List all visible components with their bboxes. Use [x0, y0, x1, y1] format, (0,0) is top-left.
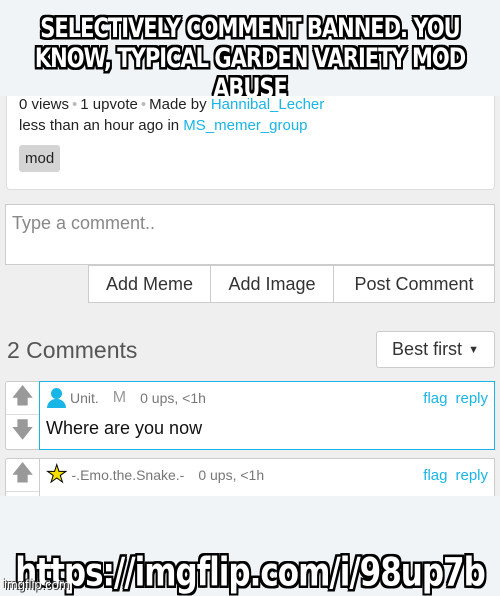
watermark: imgflip.com: [4, 577, 70, 592]
add-meme-button[interactable]: Add Meme: [88, 265, 211, 303]
flag-link[interactable]: flag: [423, 467, 447, 484]
post-time: less than an hour ago in: [19, 117, 180, 134]
upvote-arrow-icon[interactable]: 🡅: [6, 382, 39, 415]
downvote-arrow-icon[interactable]: 🡇: [6, 415, 39, 448]
screenshot: 0 views • 1 upvote • Made by Hannibal_Lecher…: [0, 96, 500, 496]
separator-dot: •: [140, 96, 147, 113]
comment-header: ★ -.Emo.the.Snake.- 0 ups, <1h flag reply: [46, 461, 488, 488]
separator-dot: •: [72, 96, 78, 113]
add-image-button[interactable]: Add Image: [211, 265, 334, 303]
sort-dropdown[interactable]: Best first ▼: [376, 331, 495, 368]
comment-meta: 0 ups, <1h: [198, 467, 265, 483]
comment-text: Where are you now: [46, 418, 203, 438]
comment-input[interactable]: Type a comment..: [5, 204, 495, 265]
comment-actions: flag reply: [423, 390, 488, 407]
post-comment-button[interactable]: Post Comment: [334, 265, 495, 303]
comment-body: Unit. M 0 ups, <1h flag reply Where are you …: [39, 381, 495, 450]
comment-username[interactable]: -.Emo.the.Snake.-: [72, 467, 185, 483]
post-info-card: 0 views • 1 upvote • Made by Hannibal_Lecher…: [6, 96, 495, 190]
made-by-label: Made by: [149, 96, 207, 113]
top-caption: SELECTIVELY COMMENT BANNED. YOU KNOW, TY…: [34, 13, 466, 103]
reply-link[interactable]: reply: [455, 467, 488, 484]
comment-body: ★ -.Emo.the.Snake.- 0 ups, <1h flag reply: [39, 458, 495, 496]
vote-column: 🡅 🡇: [5, 381, 39, 450]
comment-username[interactable]: Unit.: [70, 390, 99, 406]
comment: 🡅 🡇 Unit. M 0 ups, <1h flag reply Where are y…: [5, 381, 495, 450]
comment-meta: 0 ups, <1h: [140, 390, 206, 406]
views-count: 0 views: [19, 96, 70, 113]
comment-actions: flag reply: [423, 467, 488, 484]
upvote-count: 1 upvote: [80, 96, 138, 113]
vote-column: 🡅: [5, 458, 39, 496]
comment: 🡅 ★ -.Emo.the.Snake.- 0 ups, <1h flag reply: [5, 458, 495, 496]
stream-link[interactable]: MS_memer_group: [183, 117, 307, 134]
composer-buttons: Add Meme Add Image Post Comment: [88, 265, 495, 303]
comment-header: Unit. M 0 ups, <1h flag reply: [46, 386, 488, 410]
upvote-arrow-icon[interactable]: 🡅: [6, 459, 39, 492]
user-icon: [46, 388, 66, 408]
caret-down-icon: ▼: [468, 343, 479, 356]
star-icon: ★: [46, 461, 68, 488]
reply-link[interactable]: reply: [455, 390, 488, 407]
mod-badge: M: [112, 389, 127, 406]
flag-link[interactable]: flag: [423, 390, 447, 407]
tag-mod[interactable]: mod: [19, 145, 61, 172]
sort-value: Best first: [392, 339, 463, 359]
comments-count: 2 Comments: [7, 337, 138, 363]
bottom-caption: https://imgflip.com/i/98up7b: [15, 550, 486, 596]
author-link[interactable]: Hannibal_Lecher: [211, 96, 324, 113]
